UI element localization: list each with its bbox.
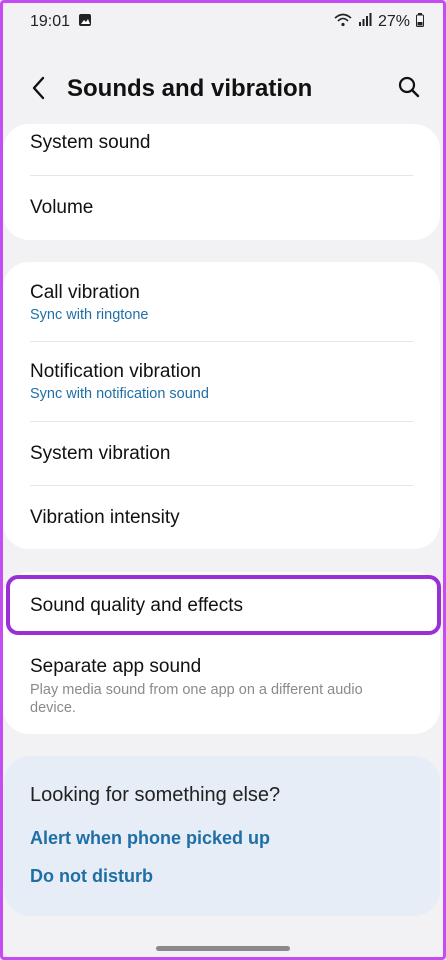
status-time: 19:01 [30,13,71,30]
battery-text: 27% [377,13,410,30]
wifi-icon [334,13,352,32]
list-item-call-vibration[interactable]: Call vibration Sync with ringtone [3,282,440,338]
battery-icon [416,12,424,32]
back-arrow-icon [31,76,45,105]
back-button[interactable] [22,76,54,104]
list-item-sound-quality[interactable]: Sound quality and effects [3,595,440,635]
image-icon [78,13,92,32]
sound-card: System sound Volume [3,124,440,240]
list-item-volume[interactable]: Volume [3,197,440,237]
item-title: Separate app sound [30,656,202,677]
item-title: Notification vibration [30,361,202,382]
item-subtitle: Sync with notification sound [30,386,209,402]
item-title: System sound [30,132,151,153]
status-bar: 19:01 27% [0,0,446,44]
status-left: 19:01 [30,13,92,32]
home-indicator[interactable] [156,946,290,951]
vibration-card: Call vibration Sync with ringtone Notifi… [3,262,440,549]
list-item-system-vibration[interactable]: System vibration [3,443,440,483]
signal-icon [358,12,372,32]
item-title: Volume [30,197,94,218]
list-item-notification-vibration[interactable]: Notification vibration Sync with notific… [3,361,440,417]
item-title: Call vibration [30,282,140,303]
item-description: Play media sound from one app on a diffe… [30,682,363,716]
list-item-separate-app-sound[interactable]: Separate app sound Play media sound from… [3,656,440,726]
item-title: System vibration [30,443,171,464]
divider [30,421,413,422]
link-do-not-disturb[interactable]: Do not disturb [30,866,153,887]
divider [30,341,413,342]
app-bar: Sounds and vibration [0,62,446,116]
search-icon [398,76,420,103]
item-title: Vibration intensity [30,507,180,528]
suggestions-title: Looking for something else? [30,784,281,806]
divider [30,485,413,486]
list-item-system-sound[interactable]: System sound [3,132,440,172]
search-button[interactable] [394,74,424,104]
list-item-vibration-intensity[interactable]: Vibration intensity [3,507,440,547]
item-title: Sound quality and effects [30,595,244,616]
divider [30,175,413,176]
page-title: Sounds and vibration [67,75,313,102]
suggestions-card: Looking for something else? Alert when p… [4,756,440,916]
status-right: 27% [334,12,424,32]
link-alert-when-picked-up[interactable]: Alert when phone picked up [30,828,270,849]
item-subtitle: Sync with ringtone [30,307,149,323]
